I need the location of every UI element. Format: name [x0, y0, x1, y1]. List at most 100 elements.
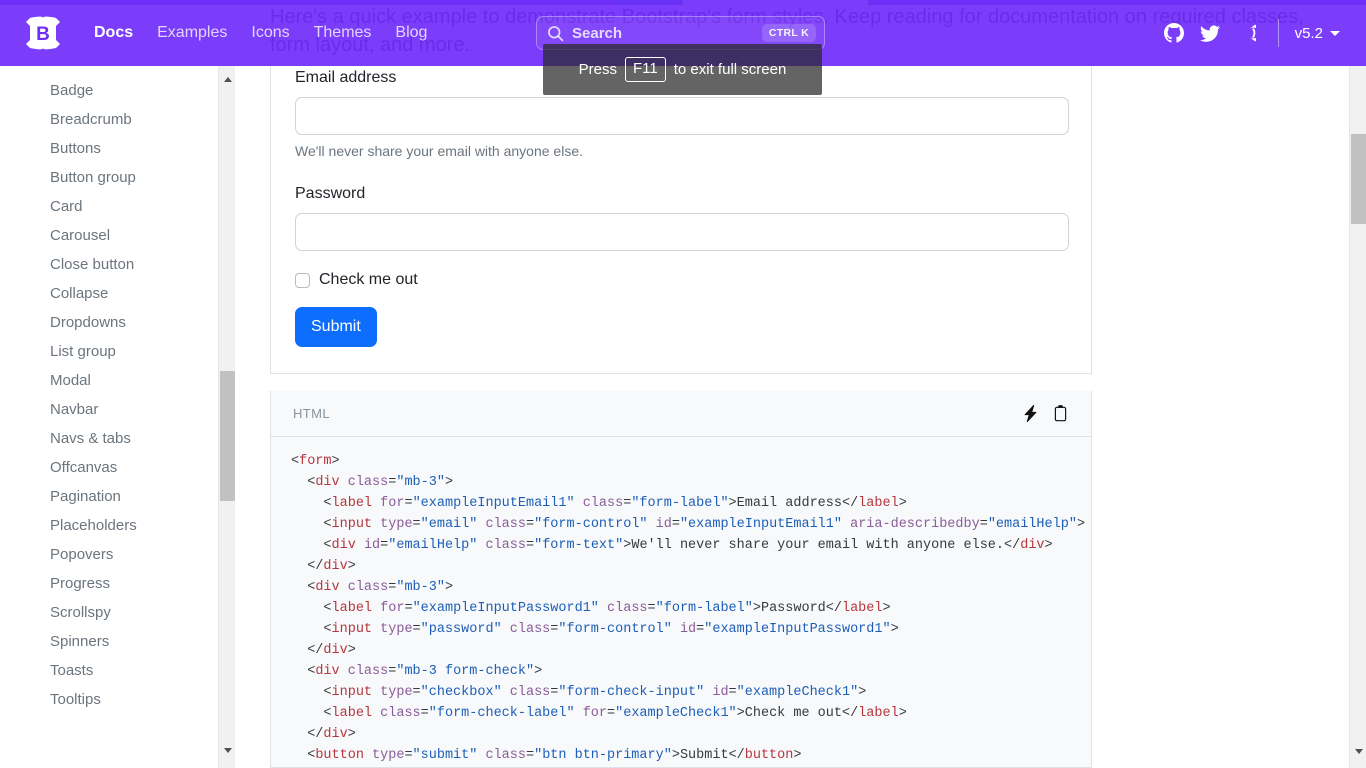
code-token — [291, 601, 323, 616]
sidebar-item-pagination[interactable]: Pagination — [0, 482, 218, 511]
email-input[interactable] — [295, 97, 1069, 135]
sidebar-item-placeholders[interactable]: Placeholders — [0, 511, 218, 540]
password-label: Password — [295, 183, 1067, 205]
code-token: = — [980, 517, 988, 532]
sidebar-item-collapse[interactable]: Collapse — [0, 279, 218, 308]
github-icon[interactable] — [1156, 15, 1192, 51]
code-token: button — [745, 748, 794, 763]
code-token: label — [332, 706, 373, 721]
search-input-placeholder[interactable]: Search — [572, 25, 762, 42]
sidebar-scrollbar[interactable] — [218, 66, 235, 768]
sidebar-item-badge[interactable]: Badge — [0, 76, 218, 105]
sidebar-item-dropdowns[interactable]: Dropdowns — [0, 308, 218, 337]
password-field-group: Password — [295, 183, 1067, 251]
code-token — [599, 601, 607, 616]
submit-button[interactable]: Submit — [295, 307, 377, 347]
code-token — [672, 622, 680, 637]
sidebar-item-tooltips[interactable]: Tooltips — [0, 685, 218, 714]
lightning-icon[interactable] — [1015, 399, 1045, 429]
code-token: < — [323, 496, 331, 511]
code-token: label — [858, 706, 899, 721]
code-token — [291, 538, 323, 553]
page-scrollbar-thumb[interactable] — [1351, 134, 1366, 224]
page-scroll-down-button[interactable] — [1350, 743, 1366, 760]
sidebar-item-list-group[interactable]: List group — [0, 337, 218, 366]
nav-link-themes[interactable]: Themes — [302, 16, 384, 50]
page-scrollbar[interactable] — [1349, 66, 1366, 768]
code-snippet-header: HTML — [271, 391, 1091, 437]
code-token: for — [583, 706, 607, 721]
sidebar-item-navbar[interactable]: Navbar — [0, 395, 218, 424]
bootstrap-logo[interactable]: B — [22, 16, 64, 50]
code-line: <input type="password" class="form-contr… — [291, 619, 1071, 640]
search-shortcut-badge: CTRL K — [762, 24, 816, 43]
check-me-out-label[interactable]: Check me out — [319, 269, 418, 291]
code-token: class — [348, 664, 389, 679]
password-input[interactable] — [295, 213, 1069, 251]
navbar-right-group: v5.2 — [1156, 0, 1342, 66]
code-token — [372, 706, 380, 721]
clipboard-icon[interactable] — [1045, 399, 1075, 429]
sidebar-item-card[interactable]: Card — [0, 192, 218, 221]
sidebar-item-breadcrumb[interactable]: Breadcrumb — [0, 105, 218, 134]
code-token — [502, 622, 510, 637]
code-line: <label class="form-check-label" for="exa… — [291, 703, 1071, 724]
code-token: Check me out — [745, 706, 842, 721]
sidebar-scrollbar-thumb[interactable] — [220, 371, 235, 501]
code-token: "form-label" — [631, 496, 728, 511]
sidebar-item-navs-tabs[interactable]: Navs & tabs — [0, 424, 218, 453]
sidebar-item-modal[interactable]: Modal — [0, 366, 218, 395]
sidebar-item-scrollspy[interactable]: Scrollspy — [0, 598, 218, 627]
opencollective-icon[interactable] — [1228, 15, 1264, 51]
code-token: = — [648, 601, 656, 616]
nav-link-icons[interactable]: Icons — [239, 16, 301, 50]
sidebar-item-button-group[interactable]: Button group — [0, 163, 218, 192]
code-token: </ — [307, 727, 323, 742]
sidebar-item-spinners[interactable]: Spinners — [0, 627, 218, 656]
code-token — [575, 496, 583, 511]
sidebar-item-alerts[interactable]: Alerts — [0, 66, 218, 76]
nav-link-examples[interactable]: Examples — [145, 16, 239, 50]
nav-link-docs[interactable]: Docs — [82, 16, 145, 50]
code-token: > — [899, 496, 907, 511]
code-token: Submit — [680, 748, 729, 763]
code-token: id — [680, 622, 696, 637]
sidebar-item-carousel[interactable]: Carousel — [0, 221, 218, 250]
code-token: "form-control" — [558, 622, 671, 637]
code-token: label — [858, 496, 899, 511]
twitter-icon[interactable] — [1192, 15, 1228, 51]
check-me-out-checkbox[interactable] — [295, 273, 310, 288]
sidebar-scroll-down-button[interactable] — [219, 742, 236, 759]
code-token: > — [332, 454, 340, 469]
sidebar-scroll-up-button[interactable] — [219, 71, 236, 88]
code-token: label — [842, 601, 883, 616]
page-body: AlertsBadgeBreadcrumbButtonsButton group… — [0, 66, 1366, 768]
sidebar-item-list: AlertsBadgeBreadcrumbButtonsButton group… — [0, 66, 218, 714]
sidebar-item-close-button[interactable]: Close button — [0, 250, 218, 279]
code-token: = — [526, 517, 534, 532]
code-token: "form-label" — [656, 601, 753, 616]
code-token: "email" — [421, 517, 478, 532]
code-token: type — [372, 748, 404, 763]
code-token: id — [712, 685, 728, 700]
version-dropdown[interactable]: v5.2 — [1293, 20, 1342, 47]
sidebar-item-popovers[interactable]: Popovers — [0, 540, 218, 569]
sidebar-item-offcanvas[interactable]: Offcanvas — [0, 453, 218, 482]
code-token: > — [348, 643, 356, 658]
sidebar-item-progress[interactable]: Progress — [0, 569, 218, 598]
code-token: button — [315, 748, 364, 763]
sidebar-item-toasts[interactable]: Toasts — [0, 656, 218, 685]
code-token: = — [421, 706, 429, 721]
nav-link-blog[interactable]: Blog — [383, 16, 439, 50]
code-token: type — [380, 622, 412, 637]
triangle-up-icon — [224, 77, 232, 82]
code-token — [356, 538, 364, 553]
code-token — [372, 496, 380, 511]
code-token: div — [315, 664, 339, 679]
code-token — [372, 622, 380, 637]
code-line: <button type="submit" class="btn btn-pri… — [291, 745, 1071, 766]
sidebar-item-buttons[interactable]: Buttons — [0, 134, 218, 163]
code-token: > — [445, 580, 453, 595]
code-token: > — [753, 601, 761, 616]
code-token: = — [404, 496, 412, 511]
